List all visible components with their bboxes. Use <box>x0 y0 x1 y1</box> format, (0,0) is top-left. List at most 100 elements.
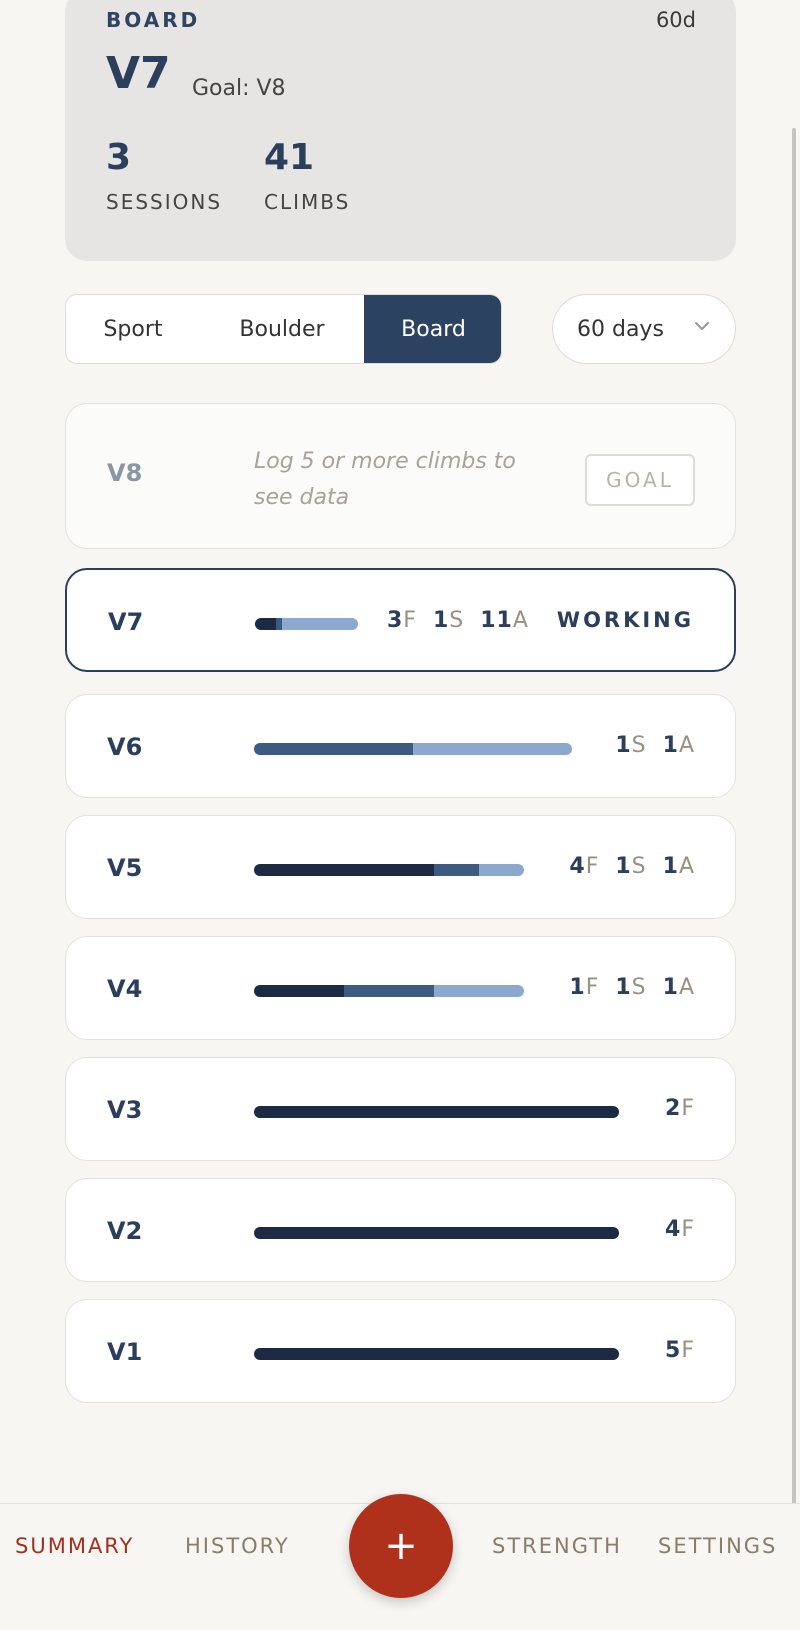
count-number: 11 <box>480 608 513 633</box>
count-number: 5 <box>665 1338 682 1363</box>
grade-progress-bar <box>254 1106 619 1118</box>
count-unit: A <box>512 608 529 633</box>
count-number: 1 <box>662 733 679 758</box>
discipline-tabs: Sport Boulder Board <box>65 294 502 364</box>
count-unit: A <box>678 975 695 1000</box>
grade-progress-bar <box>254 1227 619 1239</box>
grade-counts: 3F 1S 11A WORKING <box>387 608 694 633</box>
app-root: BOARD 60d V7 Goal: V8 3 SESSIONS 41 CLIM… <box>0 0 800 1630</box>
sessions-count: 3 <box>106 137 132 178</box>
count-unit: F <box>585 975 600 1000</box>
count-unit: S <box>631 854 647 879</box>
summary-card: BOARD 60d V7 Goal: V8 3 SESSIONS 41 CLIM… <box>65 0 736 261</box>
count-number: 1 <box>569 975 586 1000</box>
count-number: 1 <box>615 854 632 879</box>
grade-counts: 1S 1A <box>615 733 695 758</box>
grade-label: V7 <box>108 608 144 636</box>
grade-counts: 1F 1S 1A <box>569 975 695 1000</box>
count-number: 1 <box>662 854 679 879</box>
grade-counts: 2F <box>665 1096 695 1121</box>
add-button[interactable]: + <box>349 1494 453 1598</box>
grade-row-v5[interactable]: V5 4F 1S 1A <box>65 815 736 919</box>
grade-progress-bar <box>254 1348 619 1360</box>
summary-grade: V7 <box>106 48 171 99</box>
bar-segment-send <box>434 864 479 876</box>
count-number: 3 <box>386 608 404 633</box>
grade-label: V6 <box>107 733 143 761</box>
range-select[interactable]: 60 days <box>552 294 736 364</box>
working-badge: WORKING <box>556 608 694 632</box>
climbs-label: CLIMBS <box>264 190 351 214</box>
count-unit: A <box>678 733 695 758</box>
grade-progress-bar <box>254 864 524 876</box>
grade-progress-bar <box>254 743 572 755</box>
empty-message: Log 5 or more climbs to see data <box>254 449 516 510</box>
count-unit: S <box>631 975 647 1000</box>
bar-segment-attempt <box>282 618 358 630</box>
count-number: 1 <box>662 975 679 1000</box>
chevron-down-icon <box>695 322 709 330</box>
bar-segment-flash <box>254 864 434 876</box>
grade-counts: 5F <box>665 1338 695 1363</box>
tab-sport[interactable]: Sport <box>66 295 200 363</box>
grade-row-v7[interactable]: V7 3F 1S 11A WORKING <box>65 568 736 672</box>
bar-segment-flash <box>254 1348 619 1360</box>
count-unit: F <box>681 1096 695 1121</box>
bar-segment-flash <box>254 1106 619 1118</box>
count-number: 4 <box>569 854 586 879</box>
bar-segment-attempt <box>479 864 524 876</box>
grade-label: V5 <box>107 854 143 882</box>
grade-label: V8 <box>107 459 143 487</box>
nav-settings[interactable]: SETTINGS <box>658 1534 777 1558</box>
bar-segment-send <box>275 618 283 630</box>
count-number: 1 <box>432 608 450 633</box>
summary-range: 60d <box>655 8 696 32</box>
scrollbar[interactable] <box>792 128 796 1628</box>
count-number: 1 <box>615 733 632 758</box>
count-number: 4 <box>665 1217 682 1242</box>
summary-discipline-label: BOARD <box>106 8 201 32</box>
climbs-count: 41 <box>264 137 315 178</box>
bar-segment-send <box>344 985 434 997</box>
set-goal-button[interactable]: GOAL <box>585 454 695 506</box>
count-unit: F <box>585 854 600 879</box>
count-number: 1 <box>615 975 632 1000</box>
tab-board[interactable]: Board <box>364 295 501 363</box>
count-unit: S <box>449 608 465 633</box>
grade-row-v3[interactable]: V3 2F <box>65 1057 736 1161</box>
nav-summary[interactable]: SUMMARY <box>15 1534 134 1558</box>
grade-row-v6[interactable]: V6 1S 1A <box>65 694 736 798</box>
count-number: 2 <box>665 1096 682 1121</box>
bar-segment-flash <box>255 618 276 630</box>
count-unit: A <box>678 854 695 879</box>
grade-row-v1[interactable]: V1 5F <box>65 1299 736 1403</box>
grade-progress-bar <box>254 985 524 997</box>
grade-label: V3 <box>107 1096 143 1124</box>
bar-segment-attempt <box>413 743 572 755</box>
count-unit: F <box>681 1217 695 1242</box>
nav-history[interactable]: HISTORY <box>185 1534 290 1558</box>
range-select-value: 60 days <box>577 316 664 342</box>
count-unit: F <box>403 608 417 633</box>
bar-segment-flash <box>254 985 344 997</box>
grade-label: V2 <box>107 1217 143 1245</box>
count-unit: S <box>631 733 647 758</box>
grade-row-empty: V8 Log 5 or more climbs to see data GOAL <box>65 403 736 549</box>
grade-label: V1 <box>107 1338 143 1366</box>
bar-segment-send <box>254 743 413 755</box>
bar-segment-attempt <box>434 985 524 997</box>
grade-counts: 4F 1S 1A <box>569 854 695 879</box>
plus-icon: + <box>384 1523 418 1569</box>
summary-goal: Goal: V8 <box>192 76 286 101</box>
bottom-nav: SUMMARY HISTORY + STRENGTH SETTINGS <box>0 1494 800 1630</box>
grade-label: V4 <box>107 975 143 1003</box>
grade-progress-bar <box>255 618 358 630</box>
nav-strength[interactable]: STRENGTH <box>492 1534 622 1558</box>
grade-counts: 4F <box>665 1217 695 1242</box>
grade-row-v4[interactable]: V4 1F 1S 1A <box>65 936 736 1040</box>
grade-row-v2[interactable]: V2 4F <box>65 1178 736 1282</box>
sessions-label: SESSIONS <box>106 190 223 214</box>
tab-boulder[interactable]: Boulder <box>200 295 364 363</box>
count-unit: F <box>681 1338 695 1363</box>
bar-segment-flash <box>254 1227 619 1239</box>
